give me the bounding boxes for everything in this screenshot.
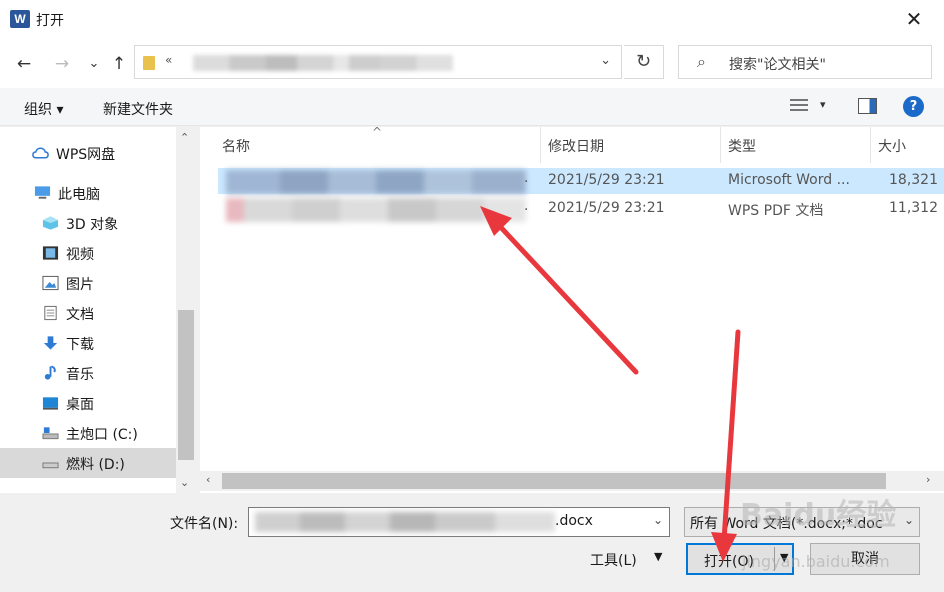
up-arrow-icon[interactable]: ↑ [107, 52, 131, 76]
navigation-bar: ← → ⌄ ↑ « ⌄ ↻ ⌕ 搜索"论文相关" [0, 40, 944, 88]
word-app-icon: W [10, 10, 30, 28]
file-name-blurred [226, 198, 526, 222]
file-list: ^ 名称 修改日期 类型 大小 . 2021/5/29 23:21 Micros… [200, 125, 944, 493]
column-header-size[interactable]: 大小 [878, 127, 906, 163]
refresh-icon[interactable]: ↻ [624, 45, 664, 79]
file-type-dropdown-icon[interactable]: ⌄ [904, 513, 914, 527]
sidebar-item-videos[interactable]: 视频 [0, 238, 176, 268]
sidebar-item-label: 此电脑 [58, 187, 100, 203]
search-placeholder: 搜索"论文相关" [729, 57, 826, 73]
preview-pane-icon[interactable] [858, 98, 877, 114]
file-name-suffix: . [524, 198, 529, 214]
column-divider[interactable] [870, 127, 871, 163]
column-divider[interactable] [720, 127, 721, 163]
drive-c-icon [42, 427, 59, 440]
tools-dropdown-icon: ▼ [654, 550, 663, 563]
sidebar-item-label: 音乐 [66, 367, 94, 383]
close-icon[interactable]: ✕ [896, 4, 932, 34]
recent-locations-chevron-icon[interactable]: ⌄ [82, 52, 106, 76]
file-row[interactable]: . 2021/5/29 23:21 WPS PDF 文档 11,312 [218, 196, 944, 222]
organize-button[interactable]: 组织 ▾ [24, 99, 63, 119]
help-icon[interactable]: ? [903, 96, 924, 117]
sidebar-item-drive-d[interactable]: 燃料 (D:) [0, 448, 176, 478]
file-name-blurred [226, 170, 526, 194]
sidebar-item-3d-objects[interactable]: 3D 对象 [0, 208, 176, 238]
scroll-left-icon[interactable]: ‹ [206, 473, 210, 486]
sidebar-scroll-thumb[interactable] [178, 310, 194, 460]
sort-caret-icon: ^ [372, 125, 383, 139]
drive-d-icon [42, 462, 59, 469]
sidebar-item-desktop[interactable]: 桌面 [0, 388, 176, 418]
address-bar[interactable]: « ⌄ [134, 45, 622, 79]
download-icon [43, 336, 58, 350]
tools-button[interactable]: 工具(L) ▼ [590, 550, 662, 570]
filename-input[interactable]: .docx ⌄ [248, 507, 670, 537]
sidebar-item-label: 文档 [66, 307, 94, 323]
computer-icon [34, 186, 51, 199]
command-toolbar: 组织 ▾ 新建文件夹 ▾ ? [0, 88, 944, 126]
picture-icon [42, 275, 59, 291]
title-bar: W 打开 ✕ [0, 0, 944, 40]
navigation-pane: WPS网盘 此电脑 3D 对象 视频 图片 文档 下载 音乐 桌面 主炮口 (C… [0, 127, 196, 493]
window-title: 打开 [36, 13, 64, 29]
cloud-icon [32, 147, 49, 159]
sidebar-item-drive-c[interactable]: 主炮口 (C:) [0, 418, 176, 448]
filename-label: 文件名(N): [170, 516, 239, 532]
folder-icon [143, 56, 155, 70]
sidebar-item-label: 桌面 [66, 397, 94, 413]
sidebar-scrollbar[interactable]: ⌃ ⌄ [176, 127, 196, 493]
view-options-icon[interactable] [790, 99, 808, 114]
file-size: 18,321 [889, 172, 938, 188]
search-box[interactable]: ⌕ 搜索"论文相关" [678, 45, 932, 79]
horizontal-scroll-thumb[interactable] [222, 473, 886, 489]
file-type: WPS PDF 文档 [728, 203, 824, 219]
column-header-date[interactable]: 修改日期 [548, 127, 604, 163]
new-folder-button[interactable]: 新建文件夹 [103, 99, 173, 119]
file-name-suffix: . [524, 170, 529, 186]
file-date: 2021/5/29 23:21 [548, 200, 665, 216]
sidebar-item-label: 燃料 (D:) [66, 457, 125, 473]
sidebar-item-label: 3D 对象 [66, 217, 119, 233]
sidebar-item-downloads[interactable]: 下载 [0, 328, 176, 358]
address-dropdown-icon[interactable]: ⌄ [600, 53, 611, 68]
tools-label: 工具(L) [590, 553, 637, 569]
music-icon [44, 365, 56, 380]
file-type: Microsoft Word ... [728, 172, 850, 188]
column-header-name[interactable]: 名称 [222, 127, 250, 163]
sidebar-item-label: 图片 [66, 277, 94, 293]
scroll-down-icon[interactable]: ⌄ [180, 476, 189, 489]
file-size: 11,312 [889, 200, 938, 216]
filename-extension: .docx [555, 513, 593, 529]
sidebar-item-label: 主炮口 (C:) [66, 427, 138, 443]
address-path-blurred [193, 55, 453, 71]
watermark-logo: Baidu经验 [740, 498, 897, 533]
filename-dropdown-icon[interactable]: ⌄ [653, 513, 663, 527]
scroll-right-icon[interactable]: › [926, 473, 930, 486]
scroll-up-icon[interactable]: ⌃ [180, 131, 189, 144]
horizontal-scrollbar[interactable]: ‹ › [200, 471, 944, 491]
sidebar-item-this-pc[interactable]: 此电脑 [0, 178, 176, 208]
file-date: 2021/5/29 23:21 [548, 172, 665, 188]
sidebar-item-pictures[interactable]: 图片 [0, 268, 176, 298]
sidebar-item-documents[interactable]: 文档 [0, 298, 176, 328]
view-options-dropdown-icon[interactable]: ▾ [820, 98, 826, 111]
search-icon: ⌕ [697, 52, 706, 71]
file-row[interactable]: . 2021/5/29 23:21 Microsoft Word ... 18,… [218, 168, 944, 194]
forward-arrow-icon[interactable]: → [50, 52, 74, 76]
column-header-type[interactable]: 类型 [728, 127, 756, 163]
desktop-icon [42, 397, 59, 410]
film-icon [42, 246, 59, 260]
address-overflow-chevron[interactable]: « [165, 53, 172, 67]
watermark-url: jingyan.baidu.com [742, 552, 890, 571]
sidebar-item-label: 下载 [66, 337, 94, 353]
back-arrow-icon[interactable]: ← [12, 52, 36, 76]
sidebar-item-music[interactable]: 音乐 [0, 358, 176, 388]
sidebar-item-label: WPS网盘 [56, 147, 116, 163]
sidebar-item-label: 视频 [66, 247, 94, 263]
column-divider[interactable] [540, 127, 541, 163]
document-icon [44, 305, 57, 321]
sidebar-item-wps-cloud[interactable]: WPS网盘 [0, 138, 176, 168]
cube-icon [42, 216, 59, 230]
filename-blurred [255, 512, 555, 532]
